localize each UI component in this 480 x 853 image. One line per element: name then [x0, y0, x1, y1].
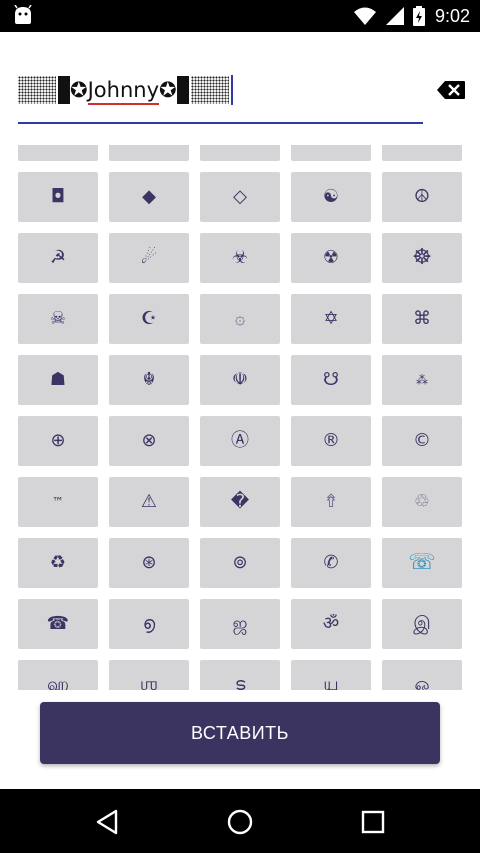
symbol-cell[interactable]: ஒ [382, 660, 462, 690]
symbol-cell[interactable]: ⚠ [109, 477, 189, 527]
dotted-block-right [190, 76, 229, 104]
symbol-cell[interactable]: ♲ [382, 477, 462, 527]
navigation-bar [0, 789, 480, 853]
home-icon[interactable] [225, 807, 255, 837]
status-clock: 9:02 [434, 5, 470, 26]
symbol-cell[interactable]: ஶ [109, 660, 189, 690]
symbol-cell[interactable]: ☬ [109, 355, 189, 405]
symbol-cell[interactable]: ◇ [200, 172, 280, 222]
symbol-cell[interactable]: ☠ [18, 294, 98, 344]
symbol-cell[interactable]: ◆ [109, 172, 189, 222]
symbol-cell[interactable]: � [200, 477, 280, 527]
symbol-cell[interactable]: ☋ [291, 355, 371, 405]
backspace-icon[interactable] [436, 80, 466, 100]
symbol-cell[interactable]: ☫ [200, 355, 280, 405]
symbol-cell[interactable]: ⊛ [109, 538, 189, 588]
symbol-cell[interactable] [291, 145, 371, 161]
symbol-cell[interactable]: ☄ [109, 233, 189, 283]
symbol-cell[interactable]: இ [382, 599, 462, 649]
symbol-cell[interactable]: ☣ [200, 233, 280, 283]
symbol-cell[interactable]: ☢ [291, 233, 371, 283]
typed-name: Johnny [87, 78, 160, 105]
symbol-cell[interactable]: ♻ [18, 538, 98, 588]
signal-icon [385, 7, 404, 25]
symbol-grid-scroll[interactable]: ◘ ◆ ◇ ☯ ☮ ☭ ☄ ☣ ☢ ☸ ☠ ☪ ۞ ✡ ⌘ ☗ ☬ ☫ ☋ ⁂ … [0, 145, 480, 690]
text-caret [230, 75, 233, 105]
star-glyph-right: ✪ [159, 78, 177, 102]
solid-block-left [58, 76, 70, 104]
symbol-cell[interactable] [18, 145, 98, 161]
back-icon[interactable] [92, 807, 122, 837]
symbol-cell[interactable]: ☪ [109, 294, 189, 344]
symbol-grid: ◘ ◆ ◇ ☯ ☮ ☭ ☄ ☣ ☢ ☸ ☠ ☪ ۞ ✡ ⌘ ☗ ☬ ☫ ☋ ⁂ … [18, 145, 462, 690]
solid-block-right [176, 76, 189, 104]
recent-apps-icon[interactable] [358, 807, 388, 837]
symbol-cell[interactable]: ய [291, 660, 371, 690]
symbol-cell[interactable]: ☗ [18, 355, 98, 405]
symbol-cell[interactable]: ☏ [382, 538, 462, 588]
symbol-cell[interactable] [382, 145, 462, 161]
symbol-cell[interactable]: Ⓐ [200, 416, 280, 466]
symbol-cell[interactable]: ◘ [18, 172, 98, 222]
text-input-field[interactable]: ✪ Johnny ✪ [18, 70, 423, 124]
symbol-cell[interactable]: ஹ [18, 660, 98, 690]
symbol-cell[interactable]: ⊕ [18, 416, 98, 466]
wifi-icon [353, 7, 376, 25]
battery-icon [412, 6, 425, 26]
spellcheck-underline [87, 103, 160, 105]
symbol-cell[interactable] [200, 145, 280, 161]
symbol-cell[interactable]: ⇮ [291, 477, 371, 527]
symbol-cell[interactable]: ™ [18, 477, 98, 527]
star-glyph-left: ✪ [70, 78, 88, 102]
symbol-cell[interactable]: ⊚ [200, 538, 280, 588]
symbol-cell[interactable]: ☎ [18, 599, 98, 649]
status-bar: 9:02 [0, 0, 480, 32]
symbol-cell[interactable]: ൭ [109, 599, 189, 649]
typed-name-text: Johnny [87, 78, 160, 102]
input-content: ✪ Johnny ✪ [18, 74, 233, 106]
symbol-cell[interactable]: ۞ [200, 294, 280, 344]
dotted-block-left [18, 76, 56, 104]
symbol-cell[interactable]: ☮ [382, 172, 462, 222]
symbol-cell[interactable]: ⊗ [109, 416, 189, 466]
symbol-cell[interactable]: © [382, 416, 462, 466]
symbol-cell[interactable]: ⌘ [382, 294, 462, 344]
symbol-cell[interactable]: ട [200, 660, 280, 690]
symbol-cell[interactable]: ⁂ [382, 355, 462, 405]
symbol-cell[interactable]: ✆ [291, 538, 371, 588]
symbol-cell[interactable]: ® [291, 416, 371, 466]
symbol-cell[interactable]: ॐ [291, 599, 371, 649]
symbol-cell[interactable]: ✡ [291, 294, 371, 344]
symbol-cell[interactable]: ☭ [18, 233, 98, 283]
android-icon [14, 5, 32, 24]
symbol-cell[interactable]: ☸ [382, 233, 462, 283]
symbol-cell[interactable]: ஜ [200, 599, 280, 649]
insert-button[interactable]: ВСТАВИТЬ [40, 702, 440, 764]
symbol-cell[interactable] [109, 145, 189, 161]
symbol-cell[interactable]: ☯ [291, 172, 371, 222]
